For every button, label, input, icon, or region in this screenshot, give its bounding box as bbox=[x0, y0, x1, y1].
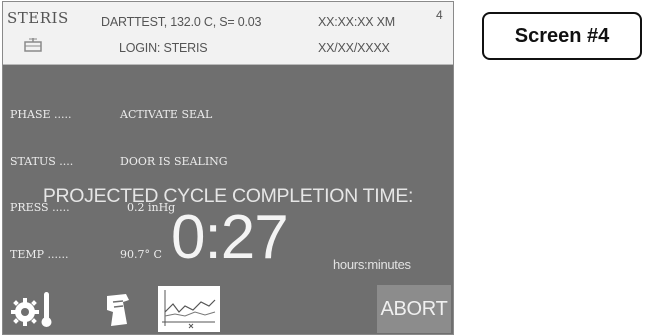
header-bar: STERIS DARTTEST, 132.0 C, S= 0.03 LOGIN:… bbox=[3, 2, 453, 65]
temperature-value: 90.7° C bbox=[120, 247, 162, 261]
status-row-status: STATUS .... DOOR IS SEALING bbox=[10, 154, 228, 170]
print-button[interactable] bbox=[93, 282, 143, 334]
cycle-info: DARTTEST, 132.0 C, S= 0.03 bbox=[101, 15, 262, 29]
sterilizer-screen: STERIS DARTTEST, 132.0 C, S= 0.03 LOGIN:… bbox=[2, 1, 454, 335]
projected-time: 0:27 bbox=[171, 203, 289, 272]
screen-number: 4 bbox=[436, 8, 443, 22]
login-info: LOGIN: STERIS bbox=[119, 41, 208, 55]
printer-icon bbox=[107, 294, 129, 326]
phase-label: PHASE ..... bbox=[10, 108, 72, 121]
cycle-graph-icon bbox=[158, 286, 220, 332]
screen-caption: Screen #4 bbox=[482, 12, 642, 60]
logo-emblem-icon bbox=[24, 38, 42, 52]
abort-button[interactable]: ABORT bbox=[377, 285, 451, 333]
steris-logo: STERIS bbox=[7, 9, 87, 59]
temperature-settings-button[interactable] bbox=[3, 282, 59, 334]
status-label: STATUS .... bbox=[10, 154, 74, 168]
clock-date: XX/XX/XXXX bbox=[318, 41, 390, 55]
clock-time: XX:XX:XX XM bbox=[318, 15, 395, 29]
status-row-phase: PHASE ..... ACTIVATE SEAL bbox=[10, 107, 228, 123]
temperature-label: TEMP ...... bbox=[10, 247, 69, 261]
time-unit: hours:minutes bbox=[333, 257, 411, 272]
status-value: DOOR IS SEALING bbox=[120, 154, 228, 168]
gear-thermometer-icon bbox=[11, 292, 52, 327]
logo-text: STERIS bbox=[7, 9, 69, 27]
cycle-graph-button[interactable] bbox=[155, 282, 223, 334]
phase-value: ACTIVATE SEAL bbox=[120, 108, 213, 121]
